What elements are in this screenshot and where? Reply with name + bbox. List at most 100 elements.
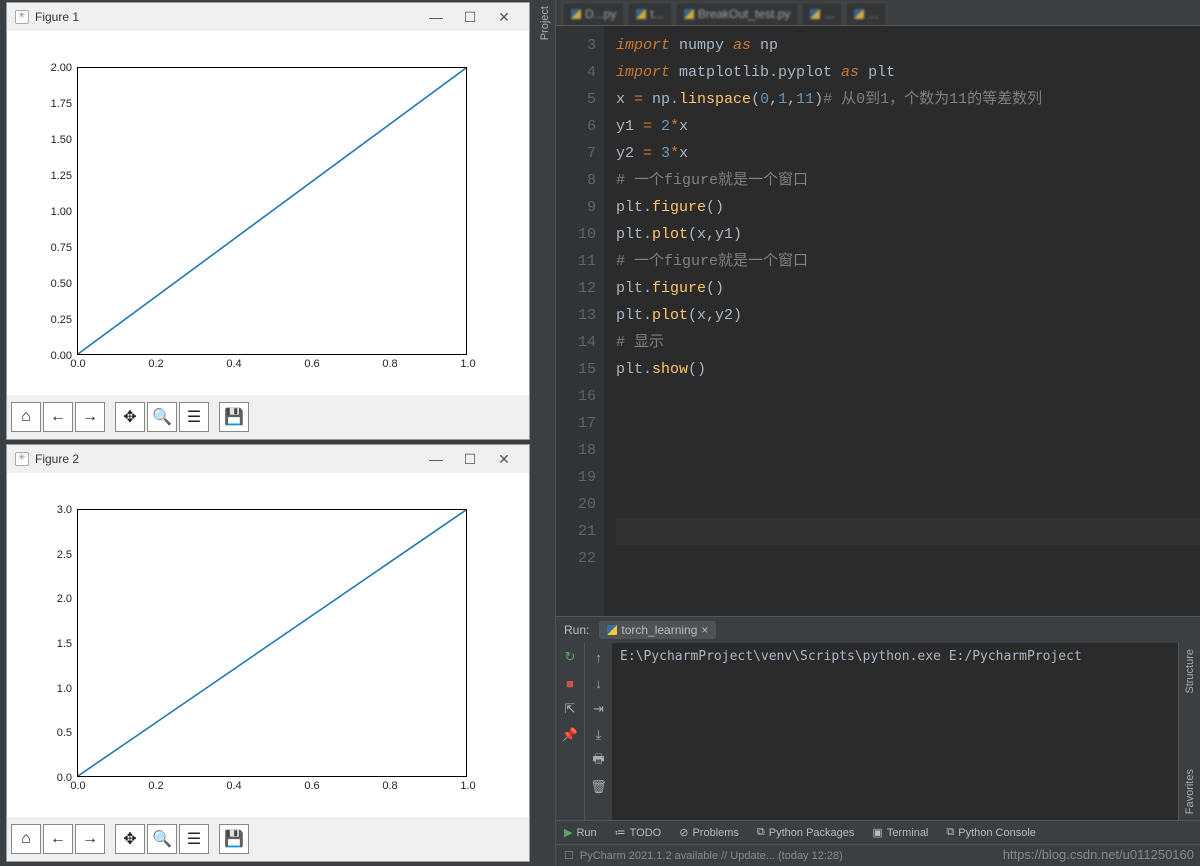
run-panel: Run: torch_learning × ↻ ■ ⇱ 📌 ↑ ↓ ⇥ ⤓ 🖶 … xyxy=(556,616,1200,866)
stop-button[interactable]: ■ xyxy=(562,675,578,691)
figure2-plot: 0.00.51.01.52.02.53.00.00.20.40.60.81.0 xyxy=(7,473,529,817)
pin-icon[interactable]: 📌 xyxy=(562,727,578,743)
watermark: https://blog.csdn.net/u011250160 xyxy=(1003,847,1194,862)
editor-tab[interactable]: ... xyxy=(801,2,843,25)
pan-button[interactable]: ✥ xyxy=(115,824,145,854)
x-tick: 0.6 xyxy=(304,776,319,792)
run-actions-primary: ↻ ■ ⇱ 📌 xyxy=(556,643,584,820)
figure2-window: Figure 2 — ☐ ✕ 0.00.51.01.52.02.53.00.00… xyxy=(6,444,530,862)
python-icon xyxy=(684,9,694,19)
structure-tool[interactable]: Structure xyxy=(1184,649,1196,694)
home-button[interactable]: ⌂ xyxy=(11,402,41,432)
packages-tool-button[interactable]: ⧉ Python Packages xyxy=(757,826,854,839)
bottom-tool-bar: ▶Run ≔ TODO ⊘ Problems ⧉ Python Packages… xyxy=(556,820,1200,844)
python-icon xyxy=(636,9,646,19)
y-tick: 1.75 xyxy=(51,98,78,110)
code-editor[interactable]: 345678910111213141516171819202122 import… xyxy=(556,26,1200,616)
figure1-toolbar: ⌂ ← → ✥ 🔍 ☰ 💾 xyxy=(7,395,529,439)
x-tick: 0.2 xyxy=(148,776,163,792)
figure1-titlebar[interactable]: Figure 1 — ☐ ✕ xyxy=(7,3,529,31)
y-tick: 0.75 xyxy=(51,242,78,254)
todo-tool-button[interactable]: ≔ TODO xyxy=(615,826,662,839)
y-tick: 0.50 xyxy=(51,278,78,290)
down-icon[interactable]: ↓ xyxy=(591,675,607,691)
minimize-button[interactable]: — xyxy=(419,451,453,467)
forward-button[interactable]: → xyxy=(75,402,105,432)
editor-tab[interactable]: D...py xyxy=(562,2,625,25)
project-tool[interactable]: Project xyxy=(539,6,551,40)
rerun-icon[interactable]: ↻ xyxy=(562,649,578,665)
x-tick: 0.8 xyxy=(382,354,397,370)
maximize-button[interactable]: ☐ xyxy=(453,451,487,468)
figure-icon xyxy=(15,10,29,24)
y-tick: 3.0 xyxy=(57,504,78,516)
x-tick: 0.4 xyxy=(226,354,241,370)
terminal-tool-button[interactable]: ▣ Terminal xyxy=(872,826,928,839)
run-actions-secondary: ↑ ↓ ⇥ ⤓ 🖶 🗑 xyxy=(584,643,612,820)
y-tick: 2.5 xyxy=(57,549,78,561)
editor-tabs: D...pyt...BreakOut_test.py...... xyxy=(556,0,1200,26)
zoom-button[interactable]: 🔍 xyxy=(147,824,177,854)
status-text[interactable]: PyCharm 2021.1.2 available // Update... … xyxy=(580,850,843,862)
wrap-icon[interactable]: ⇥ xyxy=(591,701,607,717)
x-tick: 0.6 xyxy=(304,354,319,370)
x-tick: 0.0 xyxy=(70,776,85,792)
save-button[interactable]: 💾 xyxy=(219,824,249,854)
x-tick: 0.8 xyxy=(382,776,397,792)
python-icon xyxy=(607,625,617,635)
x-tick: 0.4 xyxy=(226,776,241,792)
scroll-icon[interactable]: ⤓ xyxy=(591,727,607,743)
minimize-button[interactable]: — xyxy=(419,9,453,25)
forward-button[interactable]: → xyxy=(75,824,105,854)
figure2-toolbar: ⌂ ← → ✥ 🔍 ☰ 💾 xyxy=(7,817,529,861)
close-button[interactable]: ✕ xyxy=(487,451,521,468)
print-icon[interactable]: 🖶 xyxy=(591,753,607,769)
code-area[interactable]: import numpy as npimport matplotlib.pypl… xyxy=(604,26,1200,616)
y-tick: 1.5 xyxy=(57,638,78,650)
favorites-tool[interactable]: Favorites xyxy=(1184,769,1196,814)
y-tick: 1.0 xyxy=(57,683,78,695)
y-tick: 1.00 xyxy=(51,206,78,218)
configure-button[interactable]: ☰ xyxy=(179,402,209,432)
up-icon[interactable]: ↑ xyxy=(591,649,607,665)
y-tick: 0.25 xyxy=(51,314,78,326)
back-button[interactable]: ← xyxy=(43,402,73,432)
clear-icon[interactable]: 🗑 xyxy=(591,779,607,795)
python-icon xyxy=(571,9,581,19)
line-gutter: 345678910111213141516171819202122 xyxy=(556,26,604,616)
save-button[interactable]: 💾 xyxy=(219,402,249,432)
editor-tab[interactable]: BreakOut_test.py xyxy=(675,2,800,25)
run-output[interactable]: E:\PycharmProject\venv\Scripts\python.ex… xyxy=(612,643,1178,820)
exit-icon[interactable]: ⇱ xyxy=(562,701,578,717)
x-tick: 0.2 xyxy=(148,354,163,370)
close-button[interactable]: ✕ xyxy=(487,9,521,26)
configure-button[interactable]: ☰ xyxy=(179,824,209,854)
y-tick: 1.25 xyxy=(51,170,78,182)
back-button[interactable]: ← xyxy=(43,824,73,854)
y-tick: 1.50 xyxy=(51,134,78,146)
left-tool-stripe: Project xyxy=(534,0,556,866)
figure-icon xyxy=(15,452,29,466)
maximize-button[interactable]: ☐ xyxy=(453,9,487,26)
run-config-tab[interactable]: torch_learning × xyxy=(599,621,716,639)
x-tick: 1.0 xyxy=(460,776,475,792)
figure1-title: Figure 1 xyxy=(35,10,79,24)
figure2-title: Figure 2 xyxy=(35,452,79,466)
python-icon xyxy=(854,9,864,19)
editor-tab[interactable]: ... xyxy=(845,2,887,25)
y-tick: 2.0 xyxy=(57,593,78,605)
pan-button[interactable]: ✥ xyxy=(115,402,145,432)
python-icon xyxy=(810,9,820,19)
y-tick: 2.00 xyxy=(51,62,78,74)
problems-tool-button[interactable]: ⊘ Problems xyxy=(679,826,739,839)
run-tool-button[interactable]: ▶Run xyxy=(564,826,597,839)
zoom-button[interactable]: 🔍 xyxy=(147,402,177,432)
home-button[interactable]: ⌂ xyxy=(11,824,41,854)
figure2-titlebar[interactable]: Figure 2 — ☐ ✕ xyxy=(7,445,529,473)
console-tool-button[interactable]: ⧉ Python Console xyxy=(946,826,1036,839)
figure1-plot: 0.000.250.500.751.001.251.501.752.000.00… xyxy=(7,31,529,395)
y-tick: 0.5 xyxy=(57,727,78,739)
editor-tab[interactable]: t... xyxy=(627,2,672,25)
figure1-window: Figure 1 — ☐ ✕ 0.000.250.500.751.001.251… xyxy=(6,2,530,440)
run-label: Run: xyxy=(564,623,589,637)
